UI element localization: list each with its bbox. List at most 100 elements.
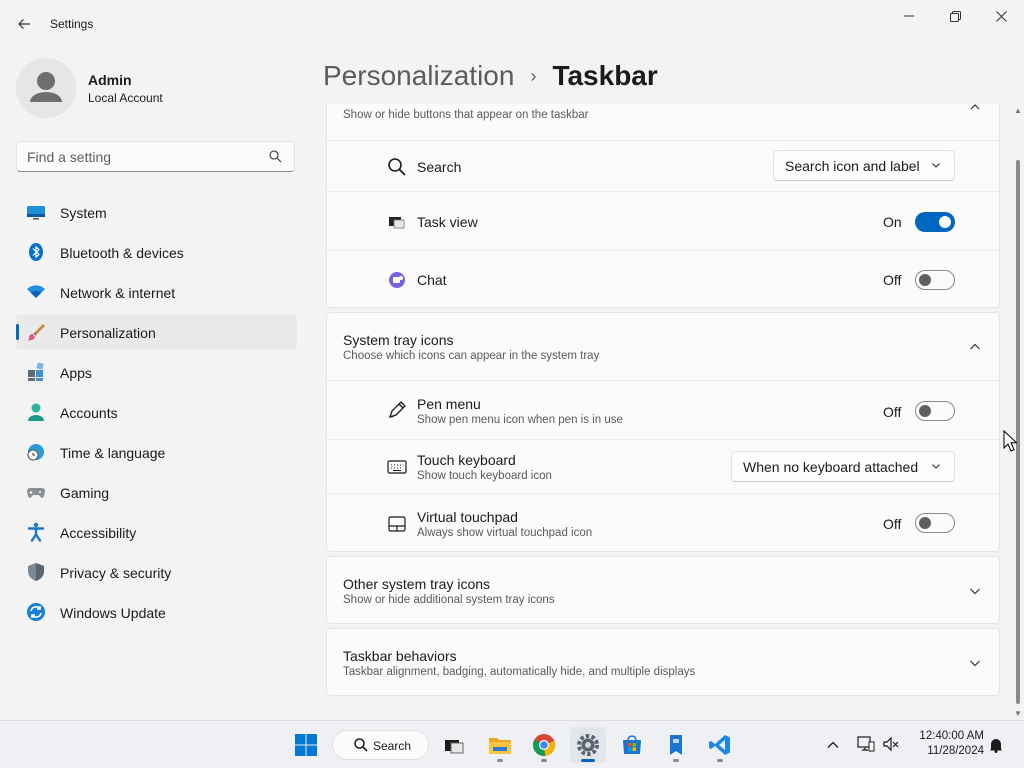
app-title: Settings: [50, 17, 94, 31]
search-icon: [388, 158, 406, 176]
other-tray-subtitle: Show or hide additional system tray icon…: [343, 594, 555, 606]
chat-toggle[interactable]: [915, 270, 955, 290]
sidebar-item-accounts[interactable]: Accounts: [16, 394, 297, 430]
virtual-touchpad-description: Always show virtual touchpad icon: [417, 527, 593, 539]
page-title: Taskbar: [552, 60, 658, 91]
minimize-button[interactable]: [886, 0, 932, 32]
touch-keyboard-label: Touch keyboard: [417, 452, 516, 468]
chat-label: Chat: [417, 272, 447, 288]
touch-keyboard-description: Show touch keyboard icon: [417, 470, 552, 482]
clock-time: 12:40:00 AM: [919, 730, 984, 742]
sidebar-item-gaming[interactable]: Gaming: [16, 474, 297, 510]
sidebar-item-apps[interactable]: Apps: [16, 354, 297, 390]
bluetooth-icon: [29, 243, 43, 261]
windows-taskbar: Search 12:40:00 AM 11/28/2024: [0, 720, 1024, 768]
virtual-touchpad-toggle[interactable]: [915, 513, 955, 533]
app-button[interactable]: [658, 727, 694, 763]
search-mode-dropdown[interactable]: Search icon and label: [773, 150, 955, 181]
folder-icon: [489, 738, 511, 754]
taskbar-items-subtitle: Show or hide buttons that appear on the …: [343, 109, 589, 121]
settings-search[interactable]: [16, 141, 295, 172]
search-input[interactable]: [27, 148, 267, 166]
user-profile[interactable]: Admin Local Account: [16, 56, 296, 118]
notification-bell-icon[interactable]: [988, 737, 1004, 753]
settings-app-button[interactable]: [570, 727, 606, 763]
pen-menu-description: Show pen menu icon when pen is in use: [417, 414, 623, 426]
search-icon: [354, 738, 368, 752]
task-view-button[interactable]: [436, 727, 472, 763]
sidebar-item-network[interactable]: Network & internet: [16, 274, 297, 310]
title-bar: Settings: [0, 0, 1024, 48]
chevron-down-icon: [932, 163, 940, 168]
touch-keyboard-dropdown[interactable]: When no keyboard attached: [731, 451, 955, 482]
gamepad-icon: [27, 488, 45, 498]
virtual-touchpad-label: Virtual touchpad: [417, 509, 518, 525]
breadcrumb: Personalization › Taskbar: [323, 58, 658, 94]
close-icon: [995, 10, 1007, 22]
arrow-left-icon: [18, 19, 30, 29]
search-icon: [269, 150, 282, 163]
volume-muted-icon[interactable]: [882, 735, 900, 753]
sidebar-nav: System Bluetooth & devices Network & int…: [16, 194, 297, 634]
system-tray-title: System tray icons: [343, 332, 454, 348]
back-button[interactable]: [10, 10, 38, 38]
breadcrumb-parent[interactable]: Personalization: [323, 60, 514, 92]
chevron-up-icon: [970, 343, 980, 350]
mouse-cursor-icon: [1003, 430, 1017, 452]
close-button[interactable]: [978, 0, 1024, 32]
clock-date: 11/28/2024: [927, 745, 984, 757]
sidebar-item-windows-update[interactable]: Windows Update: [16, 594, 297, 630]
scroll-up-arrow[interactable]: ▲: [1014, 106, 1022, 115]
breadcrumb-separator: ›: [530, 65, 537, 86]
other-tray-card[interactable]: Other system tray icons Show or hide add…: [326, 556, 1000, 624]
content-scrollbar[interactable]: ▲ ▼: [1012, 104, 1024, 720]
chat-row: Chat Off: [327, 250, 999, 308]
network-icon[interactable]: [857, 735, 875, 753]
file-explorer-button[interactable]: [482, 727, 518, 763]
brush-icon: [27, 324, 45, 341]
start-button[interactable]: [288, 727, 324, 763]
avatar: [16, 58, 76, 118]
task-view-state: On: [883, 214, 902, 230]
pen-menu-row: Pen menu Show pen menu icon when pen is …: [327, 380, 999, 439]
account-type: Local Account: [88, 91, 163, 105]
system-clock[interactable]: 12:40:00 AM 11/28/2024: [912, 729, 984, 759]
sidebar-item-system[interactable]: System: [16, 194, 297, 230]
chrome-button[interactable]: [526, 727, 562, 763]
virtual-touchpad-state: Off: [883, 516, 902, 532]
restore-button[interactable]: [932, 0, 978, 32]
task-view-row: Task view On: [327, 191, 999, 250]
store-button[interactable]: [614, 727, 650, 763]
person-icon: [30, 72, 62, 102]
scroll-down-arrow[interactable]: ▼: [1014, 709, 1022, 718]
settings-content: Show or hide buttons that appear on the …: [326, 104, 1000, 720]
pen-icon: [388, 401, 406, 419]
pen-menu-toggle[interactable]: [915, 401, 955, 421]
apps-icon: [28, 362, 44, 381]
system-tray-header[interactable]: System tray icons Choose which icons can…: [327, 313, 999, 380]
bookmark-app-icon: [670, 735, 682, 755]
chevron-up-icon[interactable]: [826, 738, 840, 752]
task-view-toggle[interactable]: [915, 212, 955, 232]
search-label: Search: [417, 159, 462, 175]
monitor-icon: [27, 206, 45, 220]
sidebar-item-personalization[interactable]: Personalization: [16, 314, 297, 350]
taskbar-search[interactable]: Search: [332, 730, 429, 760]
vscode-button[interactable]: [702, 727, 738, 763]
sidebar-item-time-language[interactable]: Time & language: [16, 434, 297, 470]
store-icon: [623, 735, 641, 754]
system-tray-card: System tray icons Choose which icons can…: [326, 312, 1000, 552]
sidebar-item-bluetooth[interactable]: Bluetooth & devices: [16, 234, 297, 270]
gear-icon: [577, 734, 599, 756]
update-icon: [27, 603, 45, 621]
restore-icon: [949, 10, 961, 22]
user-name: Admin: [88, 72, 132, 88]
touchpad-icon: [388, 516, 406, 532]
sidebar-item-accessibility[interactable]: Accessibility: [16, 514, 297, 550]
taskbar-behaviors-card[interactable]: Taskbar behaviors Taskbar alignment, bad…: [326, 628, 1000, 696]
chevron-up-icon[interactable]: [967, 104, 983, 115]
search-row: Search Search icon and label: [327, 140, 999, 191]
sidebar-item-privacy[interactable]: Privacy & security: [16, 554, 297, 590]
touch-keyboard-row: Touch keyboard Show touch keyboard icon …: [327, 439, 999, 493]
taskbar-behaviors-title: Taskbar behaviors: [343, 648, 457, 664]
